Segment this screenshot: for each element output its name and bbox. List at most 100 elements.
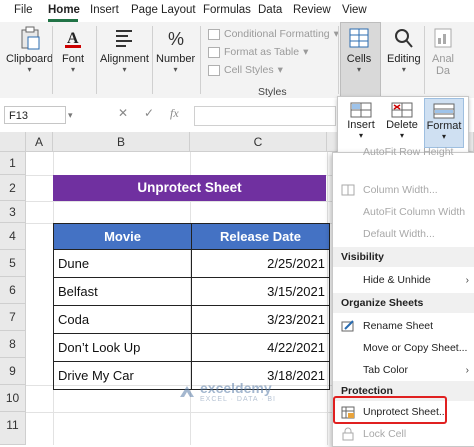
row-header-4[interactable]: 4 bbox=[0, 223, 26, 250]
analyze-button[interactable]: Anal Da bbox=[430, 26, 456, 77]
chevron-down-icon: ▾ bbox=[401, 65, 406, 74]
watermark-tagline: EXCEL · DATA · BI bbox=[200, 396, 276, 403]
movie-cell[interactable]: Coda bbox=[53, 305, 192, 334]
rename-sheet-icon bbox=[337, 320, 359, 332]
cell-styles-icon bbox=[208, 64, 220, 76]
enter-icon[interactable]: ✓ bbox=[144, 106, 154, 120]
tab-home[interactable]: Home bbox=[48, 4, 80, 16]
formula-input[interactable] bbox=[194, 106, 336, 126]
movie-table: Movie Release Date Dune 2/25/2021 Belfas… bbox=[53, 223, 330, 390]
name-box-chevron-icon[interactable]: ▾ bbox=[68, 110, 73, 121]
row-header-6[interactable]: 6 bbox=[0, 277, 26, 304]
insert-label: Insert bbox=[347, 119, 375, 131]
movie-cell[interactable]: Dune bbox=[53, 249, 192, 278]
menu-item-label: Tab Color bbox=[363, 364, 408, 376]
menu-item-move-copy-sheet[interactable]: Move or Copy Sheet... bbox=[333, 337, 474, 359]
fx-icon[interactable]: fx bbox=[170, 106, 179, 121]
analyze-label-2: Da bbox=[435, 65, 451, 77]
row-header-1[interactable]: 1 bbox=[0, 152, 26, 175]
tab-formulas[interactable]: Formulas bbox=[203, 4, 251, 16]
release-date-cell[interactable]: 3/15/2021 bbox=[191, 277, 330, 306]
chevron-down-icon: ▾ bbox=[173, 65, 178, 74]
clipboard-button[interactable]: Clipboard ▾ bbox=[6, 26, 53, 74]
chevron-down-icon: ▾ bbox=[356, 65, 361, 74]
format-label: Format bbox=[426, 120, 462, 132]
tab-review[interactable]: Review bbox=[293, 4, 331, 16]
row-header-10[interactable]: 10 bbox=[0, 385, 26, 412]
font-button[interactable]: A Font ▾ bbox=[60, 26, 86, 74]
menu-item-label: Default Width... bbox=[363, 228, 435, 240]
menu-item-label: Column Width... bbox=[363, 184, 438, 196]
font-label: Font bbox=[61, 53, 84, 65]
editing-label: Editing bbox=[387, 53, 421, 65]
menu-item-label: Rename Sheet bbox=[363, 320, 434, 332]
menu-item-rename-sheet[interactable]: Rename Sheet bbox=[333, 315, 474, 337]
unprotect-sheet-highlight bbox=[333, 396, 447, 424]
delete-button[interactable]: Delete ▾ bbox=[382, 101, 422, 140]
row-header-3[interactable]: 3 bbox=[0, 201, 26, 223]
conditional-formatting-button[interactable]: Conditional Formatting ▾ bbox=[208, 28, 339, 40]
menu-section-organize-sheets: Organize Sheets bbox=[333, 293, 474, 313]
cells-label: Cells bbox=[346, 53, 372, 65]
insert-button[interactable]: Insert ▾ bbox=[341, 101, 381, 140]
tab-page-layout[interactable]: Page Layout bbox=[131, 4, 196, 16]
tab-data[interactable]: Data bbox=[258, 4, 282, 16]
menu-item-autofit-column-width[interactable]: AutoFit Column Width bbox=[333, 201, 474, 223]
movie-cell[interactable]: Belfast bbox=[53, 277, 192, 306]
format-as-table-button[interactable]: Format as Table ▾ bbox=[208, 46, 308, 58]
movie-cell[interactable]: Drive My Car bbox=[53, 361, 192, 390]
cell-styles-button[interactable]: Cell Styles ▾ bbox=[208, 64, 283, 76]
menu-item-tab-color[interactable]: Tab Color › bbox=[333, 359, 474, 381]
number-button[interactable]: % Number ▾ bbox=[156, 26, 195, 74]
row-header-5[interactable]: 5 bbox=[0, 250, 26, 277]
align-icon bbox=[111, 26, 137, 50]
column-header-movie[interactable]: Movie bbox=[53, 223, 192, 250]
cancel-icon[interactable]: ✕ bbox=[118, 106, 128, 120]
select-all-corner[interactable] bbox=[0, 132, 26, 152]
format-button[interactable]: Format ▾ bbox=[424, 98, 464, 148]
column-header-b[interactable]: B bbox=[53, 132, 190, 152]
sheet-title: Unprotect Sheet bbox=[53, 175, 326, 201]
chevron-down-icon: ▾ bbox=[399, 131, 404, 140]
name-box[interactable]: F13 bbox=[4, 106, 66, 124]
column-header-a[interactable]: A bbox=[26, 132, 53, 152]
chevron-down-icon: ▾ bbox=[70, 65, 75, 74]
column-header-release-date[interactable]: Release Date bbox=[191, 223, 330, 250]
exceldemy-watermark: exceldemy EXCEL · DATA · BI bbox=[178, 380, 276, 403]
styles-group-label: Styles bbox=[258, 86, 287, 98]
search-icon bbox=[391, 26, 417, 50]
menu-item-label: AutoFit Column Width bbox=[363, 206, 466, 218]
tab-view[interactable]: View bbox=[342, 4, 367, 16]
menu-item-column-width[interactable]: Column Width... bbox=[333, 179, 474, 201]
release-date-cell[interactable]: 2/25/2021 bbox=[191, 249, 330, 278]
chevron-right-icon: › bbox=[465, 364, 469, 376]
svg-text:A: A bbox=[67, 30, 79, 47]
clipboard-label: Clipboard bbox=[6, 53, 54, 65]
chevron-down-icon: ▾ bbox=[122, 65, 127, 74]
row-header-2[interactable]: 2 bbox=[0, 175, 26, 201]
movie-cell[interactable]: Don’t Look Up bbox=[53, 333, 192, 362]
delete-cells-icon bbox=[391, 102, 413, 118]
release-date-cell[interactable]: 4/22/2021 bbox=[191, 333, 330, 362]
menu-item-lock-cell[interactable]: Lock Cell bbox=[333, 423, 474, 445]
row-header-8[interactable]: 8 bbox=[0, 331, 26, 358]
release-date-cell[interactable]: 3/23/2021 bbox=[191, 305, 330, 334]
cells-button-pressed[interactable]: Cells ▾ bbox=[346, 26, 372, 74]
clipboard-icon bbox=[17, 26, 43, 50]
editing-button[interactable]: Editing ▾ bbox=[387, 26, 421, 74]
conditional-formatting-icon bbox=[208, 28, 220, 40]
tab-insert[interactable]: Insert bbox=[90, 4, 119, 16]
menu-item-default-width[interactable]: Default Width... bbox=[333, 223, 474, 245]
row-header-9[interactable]: 9 bbox=[0, 358, 26, 385]
column-header-c[interactable]: C bbox=[190, 132, 327, 152]
delete-label: Delete bbox=[386, 119, 418, 131]
row-header-7[interactable]: 7 bbox=[0, 304, 26, 331]
watermark-name: exceldemy bbox=[200, 380, 272, 396]
row-header-11[interactable]: 11 bbox=[0, 412, 26, 445]
insert-cells-icon bbox=[350, 102, 372, 118]
tab-file[interactable]: File bbox=[14, 4, 33, 16]
menu-item-hide-unhide[interactable]: Hide & Unhide › bbox=[333, 269, 474, 291]
table-row: Coda 3/23/2021 bbox=[53, 305, 330, 334]
alignment-button[interactable]: Alignment ▾ bbox=[100, 26, 149, 74]
menu-item-autofit-row-height[interactable]: AutoFit Row Height bbox=[333, 145, 474, 159]
